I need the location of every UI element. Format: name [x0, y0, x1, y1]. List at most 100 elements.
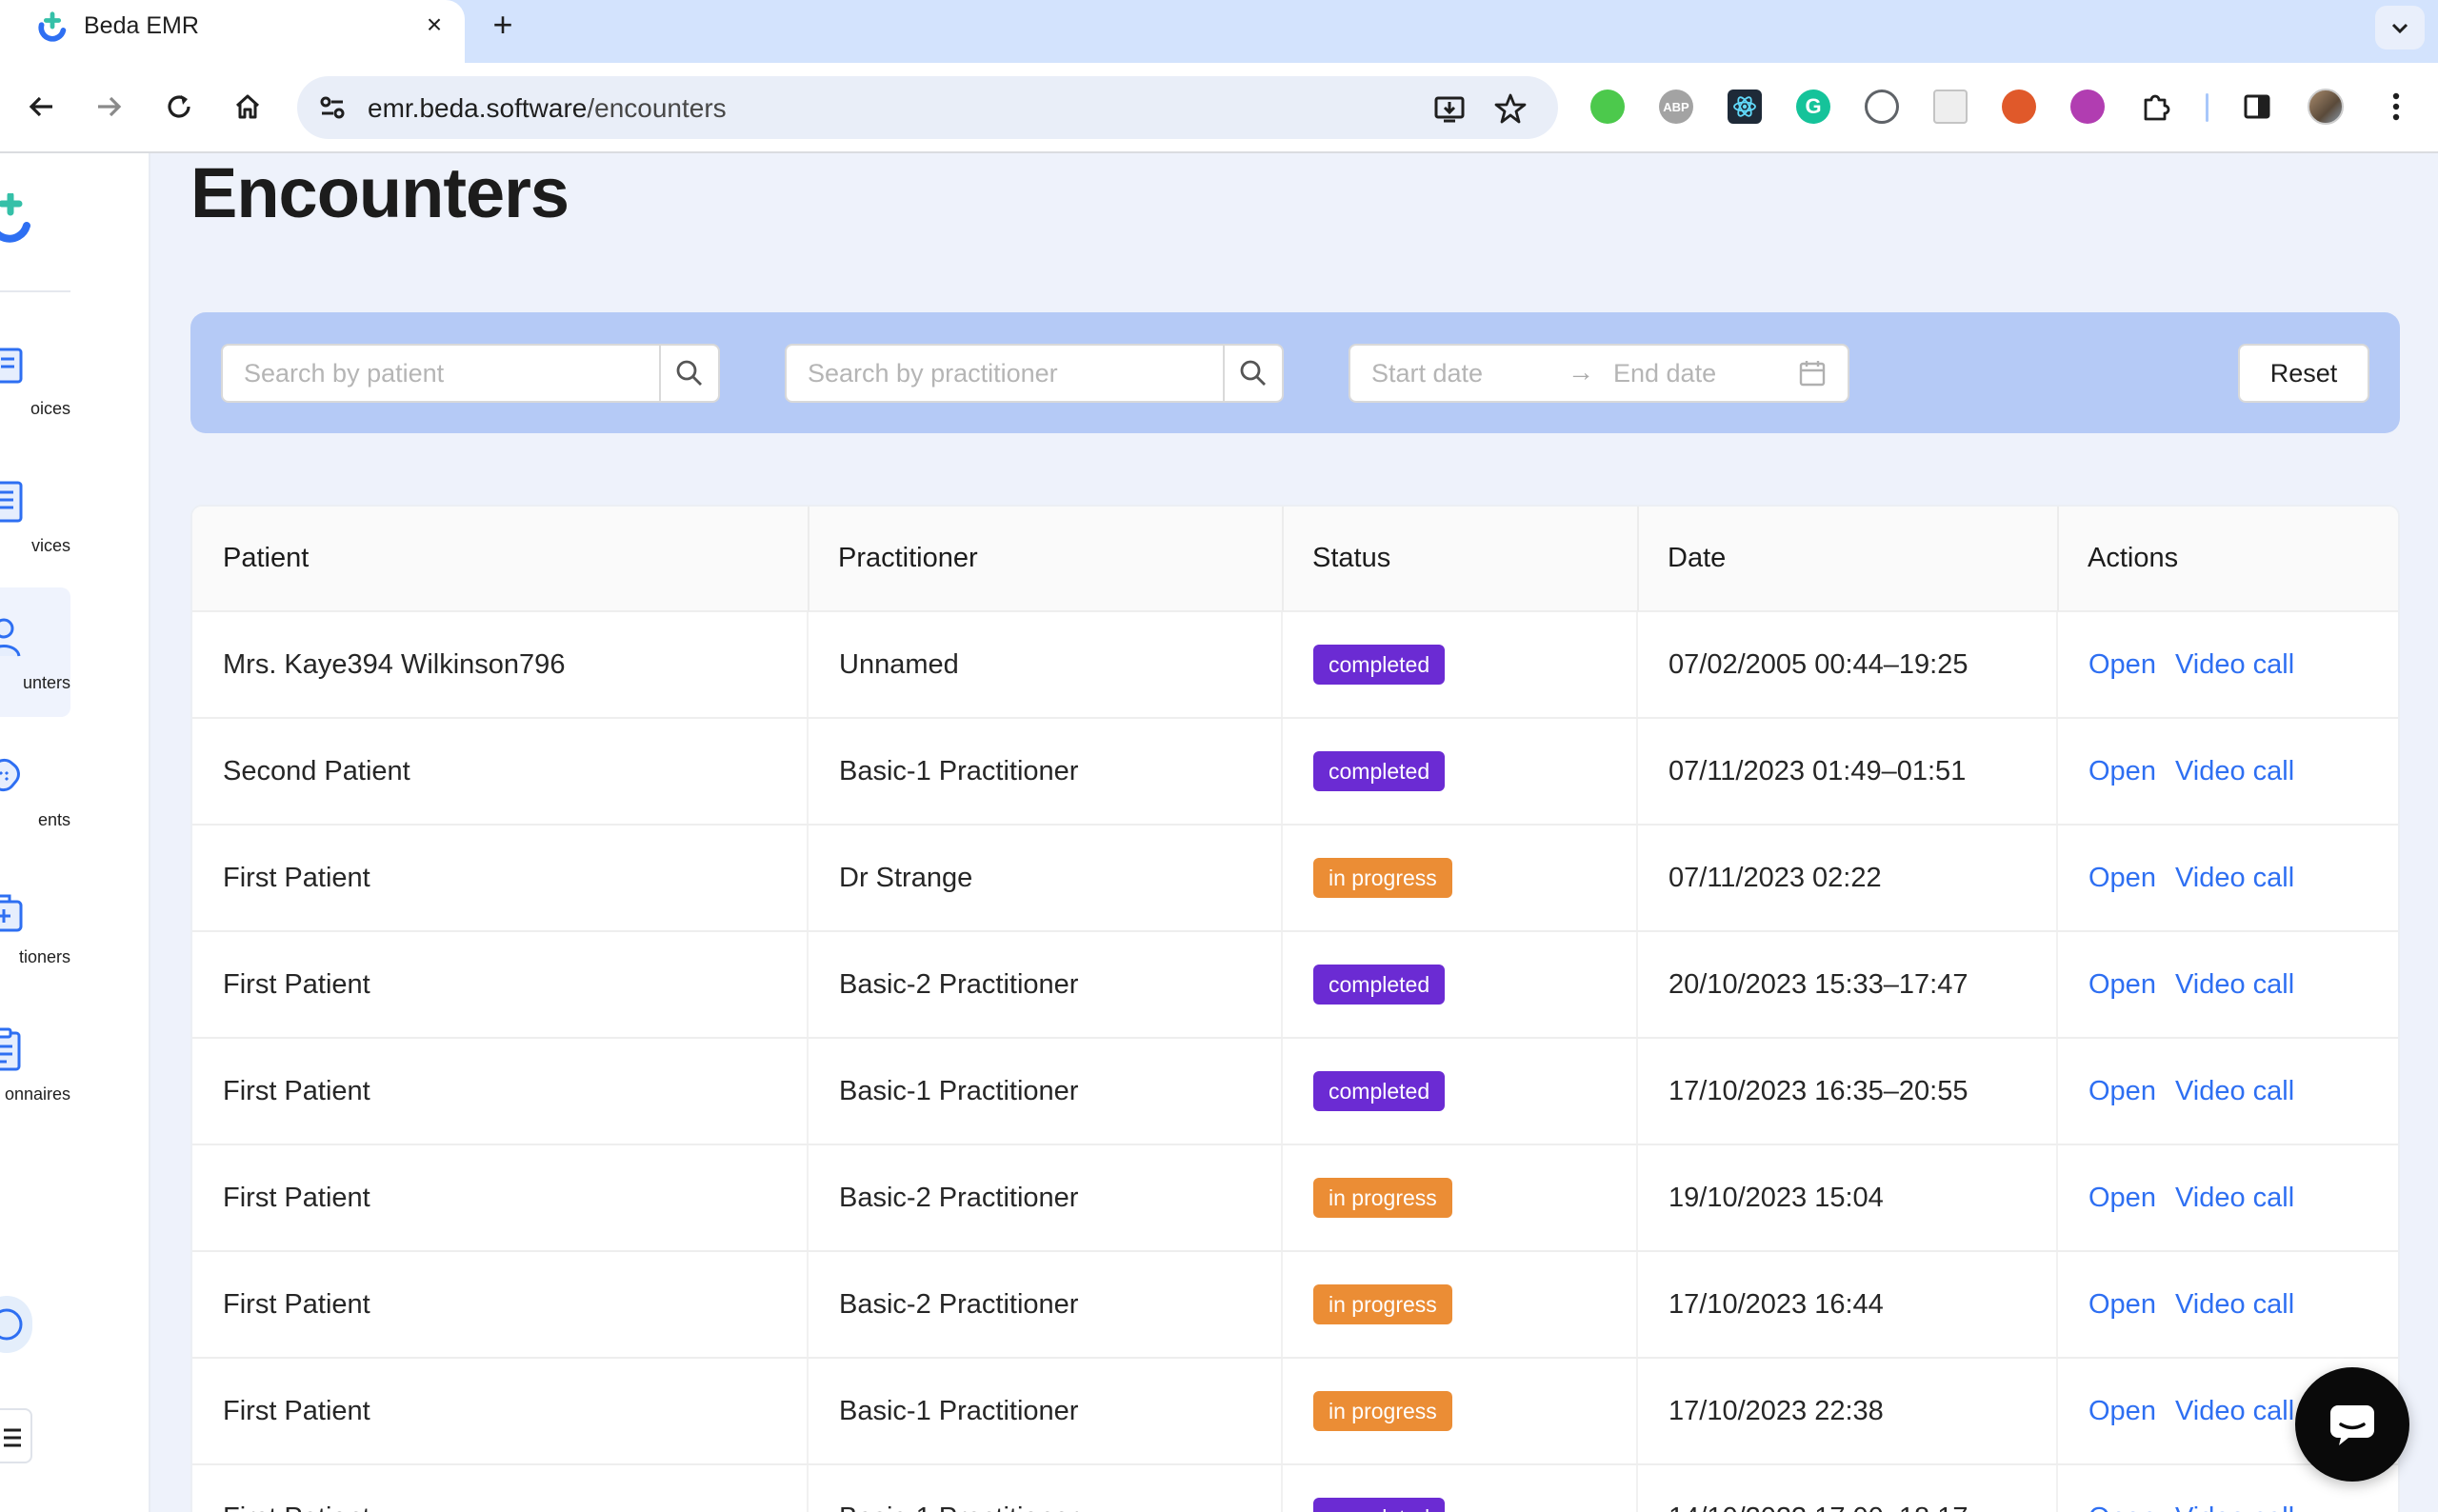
video-call-link[interactable]: Video call: [2175, 1076, 2294, 1106]
sidebar-collapse-button[interactable]: [0, 1408, 32, 1463]
arrow-left-icon: [29, 96, 52, 117]
sidebar-item-invoices[interactable]: oices: [0, 313, 70, 443]
sidebar-item-services[interactable]: vices: [0, 450, 70, 580]
practitioner-cell: Unnamed: [808, 611, 1283, 719]
table-row[interactable]: First Patient Basic-2 Practitioner in prog…: [192, 1251, 2398, 1359]
extension-button[interactable]: [1929, 86, 1971, 128]
tab-close-icon[interactable]: ×: [419, 10, 450, 40]
user-avatar-button[interactable]: [0, 1296, 32, 1353]
table-row[interactable]: First Patient Dr Strange in progress 07/11/…: [192, 825, 2398, 932]
browser-tab[interactable]: Beda EMR ×: [0, 0, 465, 65]
table-row[interactable]: Second Patient Basic-1 Practitioner comple…: [192, 718, 2398, 826]
sidebar-item-questionnaires[interactable]: onnaires: [0, 999, 70, 1128]
patient-search-input[interactable]: [223, 346, 661, 401]
open-link[interactable]: Open: [2088, 649, 2156, 680]
open-link[interactable]: Open: [2088, 1289, 2156, 1320]
open-link[interactable]: Open: [2088, 756, 2156, 786]
extension-button[interactable]: [1861, 86, 1903, 128]
table-row[interactable]: First Patient Basic-2 Practitioner complet…: [192, 931, 2398, 1039]
table-row[interactable]: First Patient Basic-2 Practitioner in prog…: [192, 1144, 2398, 1252]
home-icon: [235, 94, 260, 119]
reload-button[interactable]: [158, 86, 200, 128]
end-date-input[interactable]: [1613, 346, 1785, 401]
back-button[interactable]: [21, 86, 63, 128]
open-link[interactable]: Open: [2088, 1183, 2156, 1213]
patient-cell: Mrs. Kaye394 Wilkinson796: [192, 611, 809, 719]
open-link[interactable]: Open: [2088, 1396, 2156, 1426]
app-sidebar: oices vices unters ents tioners onnaires: [0, 153, 150, 1512]
site-settings-icon[interactable]: [314, 90, 350, 126]
status-cell: completed: [1282, 1038, 1638, 1145]
circle-extension-icon: [1865, 90, 1899, 124]
url-path: /encounters: [587, 93, 727, 123]
bookmark-button[interactable]: [1491, 90, 1529, 128]
open-link[interactable]: Open: [2088, 863, 2156, 893]
open-link[interactable]: Open: [2088, 1076, 2156, 1106]
practitioner-cell: Basic-1 Practitioner: [808, 1358, 1283, 1465]
browser-toolbar: emr.beda.software/encounters ABP G: [0, 63, 2438, 153]
practitioner-cell: Basic-2 Practitioner: [808, 1144, 1283, 1252]
reload-icon: [168, 95, 190, 118]
reset-button[interactable]: Reset: [2238, 344, 2369, 403]
start-date-input[interactable]: [1371, 346, 1552, 401]
browser-menu-button[interactable]: [2375, 86, 2417, 128]
status-badge: completed: [1313, 965, 1446, 1005]
sidebar-item-encounters[interactable]: unters: [0, 587, 70, 717]
menu-icon: [4, 1428, 21, 1447]
chevron-down-icon: [2391, 23, 2408, 34]
video-call-link[interactable]: Video call: [2175, 649, 2294, 680]
tab-search-button[interactable]: [2375, 6, 2425, 50]
open-link[interactable]: Open: [2088, 969, 2156, 1000]
chat-button[interactable]: [2295, 1367, 2409, 1482]
sidebar-item-patients[interactable]: ents: [0, 725, 70, 854]
video-call-link[interactable]: Video call: [2175, 1396, 2294, 1426]
profile-button[interactable]: [2305, 86, 2347, 128]
table-header-row: Patient Practitioner Status Date Actions: [192, 507, 2398, 612]
side-panel-button[interactable]: [2236, 86, 2278, 128]
extension-button[interactable]: ABP: [1655, 86, 1697, 128]
install-app-button[interactable]: [1430, 90, 1469, 128]
url-host: emr.beda.software: [368, 93, 588, 123]
sidebar-item-practitioners[interactable]: tioners: [0, 862, 70, 991]
star-icon: [1494, 93, 1527, 124]
extension-button[interactable]: [1587, 86, 1629, 128]
video-call-link[interactable]: Video call: [2175, 1289, 2294, 1320]
extension-button[interactable]: G: [1792, 86, 1834, 128]
video-call-link[interactable]: Video call: [2175, 756, 2294, 786]
green-power-extension-icon: [1590, 90, 1625, 124]
patient-search-button[interactable]: [659, 346, 718, 401]
status-cell: completed: [1282, 611, 1638, 719]
video-call-link[interactable]: Video call: [2175, 1183, 2294, 1213]
table-row[interactable]: Mrs. Kaye394 Wilkinson796 Unnamed complete…: [192, 611, 2398, 719]
home-button[interactable]: [227, 86, 269, 128]
extension-button[interactable]: [1998, 86, 2040, 128]
calendar-icon[interactable]: [1798, 359, 1827, 388]
video-call-link[interactable]: Video call: [2175, 1502, 2294, 1512]
extension-button[interactable]: [1724, 86, 1766, 128]
date-range-picker: →: [1349, 344, 1849, 403]
patient-cell: Second Patient: [192, 718, 809, 826]
document-extension-icon: [1933, 90, 1968, 124]
new-tab-icon[interactable]: +: [486, 8, 520, 42]
sidebar-item-label: vices: [30, 536, 70, 555]
table-row[interactable]: First Patient Basic-1 Practitioner in prog…: [192, 1358, 2398, 1465]
extensions-menu-button[interactable]: [2135, 86, 2177, 128]
video-call-link[interactable]: Video call: [2175, 969, 2294, 1000]
forward-button[interactable]: [88, 86, 130, 128]
column-header-practitioner: Practitioner: [808, 507, 1282, 612]
abp-extension-icon: ABP: [1659, 90, 1693, 124]
open-link[interactable]: Open: [2088, 1502, 2156, 1512]
practitioner-search-input[interactable]: [787, 346, 1225, 401]
column-header-date: Date: [1637, 507, 2057, 612]
extension-button[interactable]: [2067, 86, 2108, 128]
table-row[interactable]: First PatientBasic-1 Practitioner complet…: [192, 1038, 2398, 1145]
date-cell: 19/10/2023 15:04: [1637, 1144, 2058, 1252]
status-badge: completed: [1313, 645, 1446, 685]
table-row[interactable]: First PatientBasic-1 Practitioner complet…: [192, 1464, 2398, 1512]
status-cell: completed: [1282, 1464, 1638, 1512]
sidebar-divider: [0, 290, 70, 292]
practitioner-search-button[interactable]: [1223, 346, 1282, 401]
install-icon: [1434, 96, 1465, 123]
address-bar[interactable]: emr.beda.software/encounters: [297, 76, 1558, 139]
video-call-link[interactable]: Video call: [2175, 863, 2294, 893]
